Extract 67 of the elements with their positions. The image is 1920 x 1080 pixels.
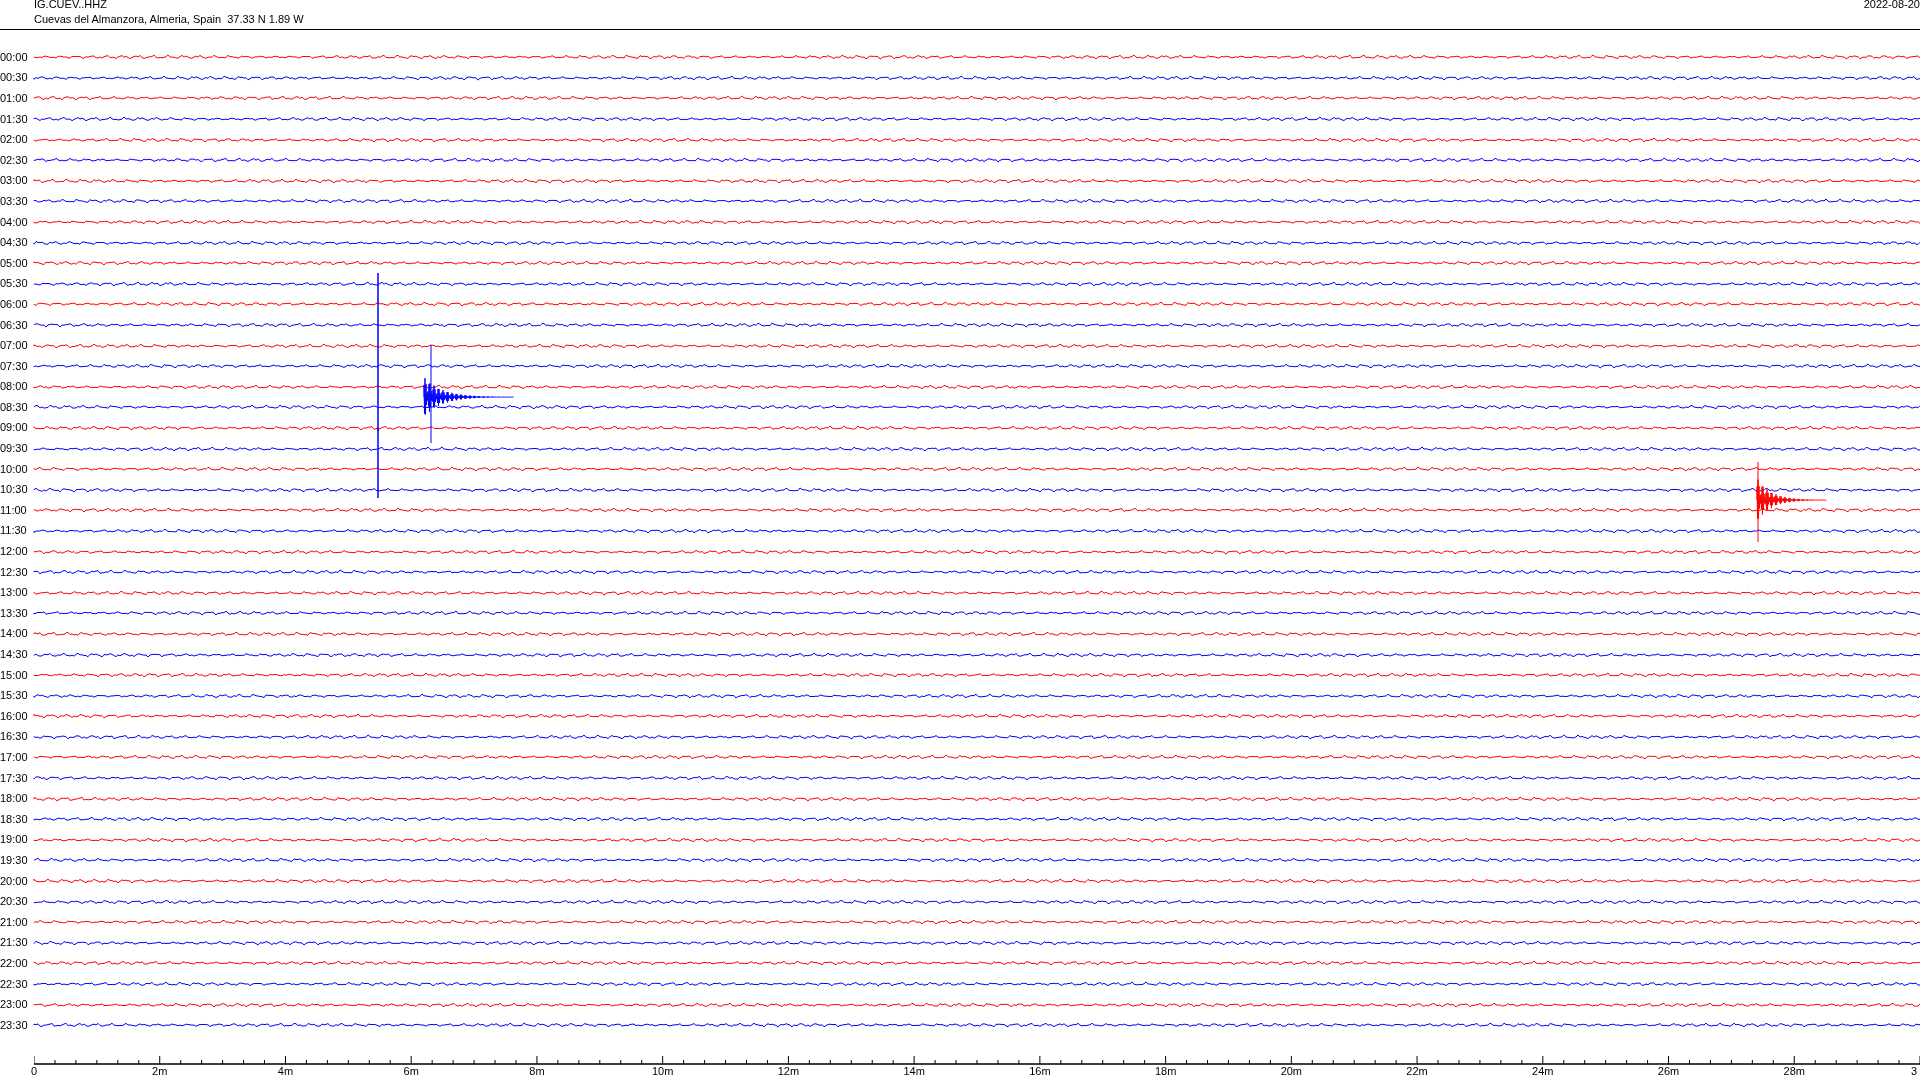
hour-label: 00:00	[0, 50, 29, 64]
hour-label: 09:00	[0, 421, 29, 435]
hour-label: 17:30	[0, 771, 29, 785]
hour-label: 12:30	[0, 565, 29, 579]
record-date: 2022-08-20	[1863, 0, 1920, 12]
axis-label: 24m	[1532, 1064, 1554, 1078]
hour-label: 09:30	[0, 442, 29, 456]
hour-label: 21:30	[0, 936, 29, 950]
hour-label: 15:00	[0, 668, 29, 682]
hour-label: 22:00	[0, 956, 29, 970]
hour-label: 01:00	[0, 92, 29, 105]
hour-label: 13:30	[0, 606, 29, 620]
hour-label: 15:30	[0, 689, 29, 703]
hour-label: 02:00	[0, 133, 29, 147]
hour-label: 05:00	[0, 256, 29, 270]
hour-label: 21:00	[0, 915, 29, 929]
axis-label: 8m	[529, 1064, 545, 1078]
axis-label: 22m	[1406, 1064, 1428, 1078]
hour-label: 10:30	[0, 483, 29, 497]
hour-label: 03:30	[0, 194, 29, 208]
hour-label: 19:30	[0, 853, 29, 867]
hour-label: 06:30	[0, 318, 29, 332]
axis-label: 18m	[1154, 1064, 1177, 1078]
hour-label: 19:00	[0, 833, 29, 847]
hour-label: 17:00	[0, 751, 29, 764]
axis-label: 20m	[1280, 1064, 1303, 1078]
axis-label: 3	[1911, 1064, 1918, 1078]
hour-label: 23:30	[0, 1018, 29, 1032]
hour-label: 01:30	[0, 112, 29, 126]
hour-label: 13:00	[0, 586, 29, 600]
hour-label: 14:30	[0, 648, 29, 661]
axis-label: 2m	[152, 1064, 168, 1078]
hour-label: 18:00	[0, 792, 29, 806]
hour-label: 14:00	[0, 627, 29, 641]
hour-label: 22:30	[0, 977, 29, 991]
hour-label: 06:00	[0, 297, 29, 311]
axis-label: 26m	[1657, 1064, 1680, 1078]
hour-label: 20:00	[0, 874, 29, 888]
axis-label: 6m	[403, 1064, 419, 1078]
hour-label: 18:30	[0, 812, 29, 826]
axis-label: 16m	[1029, 1064, 1051, 1078]
station-code: IG.CUEV..HHZ	[34, 0, 108, 12]
axis-label: 28m	[1783, 1064, 1805, 1078]
hour-label: 20:30	[0, 895, 29, 909]
hour-label: 23:00	[0, 998, 29, 1012]
hour-label: 11:30	[0, 524, 28, 538]
station-location: Cuevas del Almanzora, Almeria, Spain 37.33 N 1.89 W	[34, 12, 304, 27]
hour-label: 05:30	[0, 277, 29, 291]
hour-label: 03:00	[0, 174, 29, 188]
hour-label: 16:00	[0, 709, 29, 723]
axis-label: 10m	[651, 1064, 674, 1078]
hour-label: 04:30	[0, 236, 29, 250]
hour-label: 11:00	[0, 503, 28, 517]
hour-label: 12:00	[0, 545, 29, 559]
hour-label: 08:30	[0, 400, 29, 414]
hour-label: 00:30	[0, 71, 29, 85]
hour-label: 04:00	[0, 215, 29, 229]
axis-label: 12m	[777, 1064, 800, 1078]
hour-label: 07:00	[0, 339, 29, 353]
hour-label: 07:30	[0, 359, 29, 373]
axis-label: 14m	[903, 1064, 925, 1078]
hour-label: 16:30	[0, 730, 29, 744]
axis-label: 0	[30, 1064, 38, 1078]
axis-label: 4m	[277, 1064, 294, 1078]
hour-label: 02:30	[0, 153, 29, 167]
hour-label: 08:00	[0, 380, 29, 394]
hour-label: 10:00	[0, 462, 29, 476]
